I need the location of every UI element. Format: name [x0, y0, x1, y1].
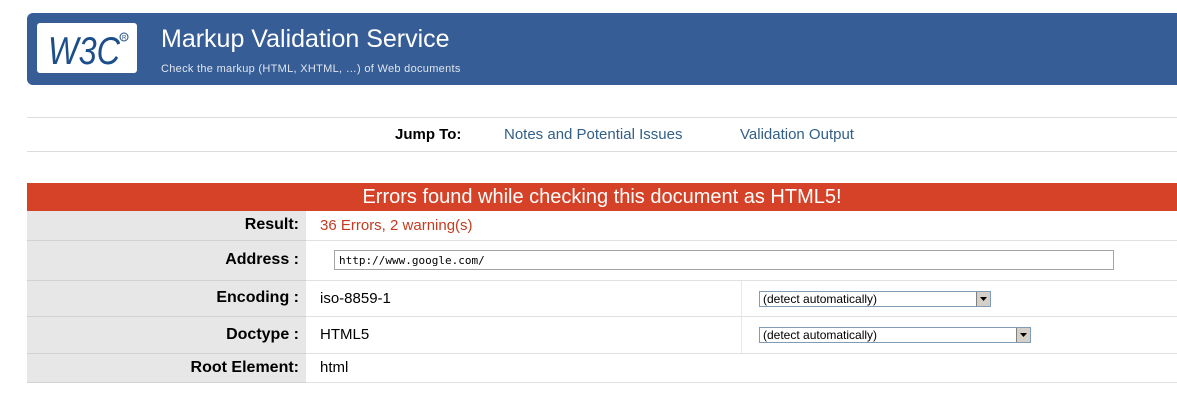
results-table: Result: 36 Errors, 2 warning(s) Address … [27, 211, 1177, 383]
encoding-select[interactable]: (detect automatically) [759, 290, 991, 307]
header-banner: W3C R Markup Validation Service Check th… [27, 13, 1177, 85]
address-cell [306, 240, 1177, 281]
root-element-label: Root Element: [27, 353, 306, 383]
encoding-value: iso-8859-1 [306, 280, 742, 317]
result-row: Result: 36 Errors, 2 warning(s) [27, 211, 1177, 241]
root-element-row: Root Element: html [27, 353, 1177, 383]
svg-text:R: R [122, 36, 127, 42]
chevron-down-icon[interactable] [1016, 328, 1030, 343]
encoding-label: Encoding : [27, 280, 306, 317]
jump-link-notes[interactable]: Notes and Potential Issues [504, 126, 682, 143]
page-subtitle: Check the markup (HTML, XHTML, …) of Web… [161, 63, 461, 75]
page-title: Markup Validation Service [161, 25, 450, 53]
doctype-select-value: (detect automatically) [763, 328, 878, 343]
address-row: Address : [27, 240, 1177, 281]
jump-to-bar: Jump To: Notes and Potential Issues Vali… [27, 117, 1177, 152]
w3c-logo[interactable]: W3C R [37, 23, 137, 73]
encoding-select-value: (detect automatically) [763, 291, 878, 306]
address-input[interactable] [334, 250, 1114, 270]
doctype-select-cell: (detect automatically) [741, 316, 1177, 354]
chevron-down-icon[interactable] [976, 291, 990, 306]
result-label: Result: [27, 211, 306, 241]
address-label: Address : [27, 240, 306, 281]
doctype-value: HTML5 [306, 316, 742, 354]
error-banner: Errors found while checking this documen… [27, 183, 1177, 211]
doctype-label: Doctype : [27, 316, 306, 354]
svg-text:W3C: W3C [48, 30, 121, 73]
root-element-value: html [306, 353, 1177, 383]
jump-link-validation-output[interactable]: Validation Output [740, 126, 854, 143]
encoding-select-cell: (detect automatically) [741, 280, 1177, 317]
doctype-row: Doctype : HTML5 (detect automatically) [27, 316, 1177, 354]
doctype-select[interactable]: (detect automatically) [759, 327, 1031, 344]
encoding-row: Encoding : iso-8859-1 (detect automatica… [27, 280, 1177, 317]
result-value: 36 Errors, 2 warning(s) [306, 211, 1177, 241]
jump-to-label: Jump To: [395, 126, 462, 143]
